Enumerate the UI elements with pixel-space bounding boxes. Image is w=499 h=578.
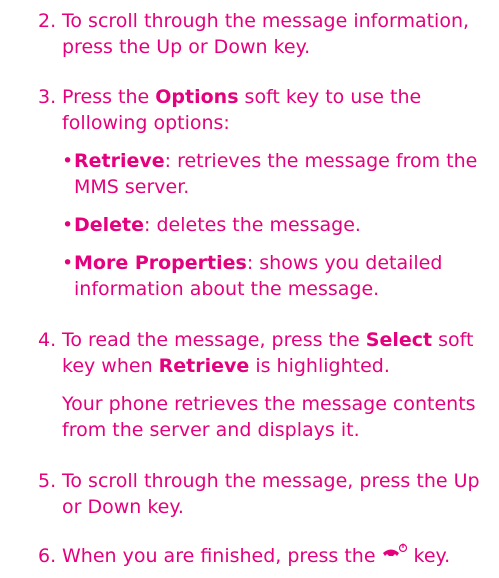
step-4-note-line-2: from the server and displays it.	[62, 419, 360, 441]
step-3-line-1: Press the Options soft key to use the	[62, 84, 499, 110]
option-retrieve-line-1: Retrieve: retrieves the message from the	[74, 148, 499, 174]
option-description: : deletes the message.	[144, 214, 361, 236]
options-key-label: Options	[155, 86, 239, 108]
option-label: Delete	[74, 214, 145, 236]
step-4-line-1: To read the message, press the Select so…	[62, 327, 499, 353]
instruction-page: 2. To scroll through the message informa…	[0, 0, 499, 578]
step-4-line-2: key when Retrieve is highlighted.	[62, 353, 499, 379]
step-4-text: is highlighted.	[249, 355, 390, 377]
step-3-text: soft key to use the	[238, 86, 422, 108]
step-6-text: When you are finished, press the	[62, 545, 376, 567]
bullet-dot: •	[62, 252, 74, 274]
option-more-properties-line-1: More Properties: shows you detailed	[74, 250, 499, 276]
step-2: 2. To scroll through the message informa…	[38, 8, 499, 60]
step-3: 3. Press the Options soft key to use the…	[38, 84, 499, 136]
step-4-note: Your phone retrieves the message content…	[62, 391, 499, 443]
option-description: : retrieves the message from the	[164, 150, 478, 172]
option-more-properties-line-2: information about the message.	[74, 278, 380, 300]
step-number: 2.	[38, 10, 57, 32]
step-number: 3.	[38, 86, 57, 108]
step-number: 6.	[38, 545, 57, 567]
option-label: Retrieve	[74, 150, 165, 172]
step-4-text: To read the message, press the	[62, 329, 366, 351]
retrieve-label: Retrieve	[158, 355, 250, 377]
option-retrieve-line-2: MMS server.	[74, 176, 190, 198]
step-5-line-1: To scroll through the message, press the…	[62, 470, 480, 492]
end-call-power-key-icon	[382, 543, 408, 563]
step-4-text: key when	[62, 355, 159, 377]
step-2-line-1: To scroll through the message informatio…	[62, 10, 470, 32]
option-more-properties: • More Properties: shows you detailed in…	[62, 250, 499, 302]
option-label: More Properties	[74, 252, 247, 274]
option-delete: • Delete: deletes the message.	[62, 212, 499, 238]
step-2-line-2: press the Up or Down key.	[62, 36, 311, 58]
step-number: 5.	[38, 470, 57, 492]
step-5-line-2: or Down key.	[62, 496, 184, 518]
step-3-line-2: following options:	[62, 112, 230, 134]
option-delete-line-1: Delete: deletes the message.	[74, 212, 499, 238]
step-4: 4. To read the message, press the Select…	[38, 327, 499, 379]
step-6: 6. When you are finished, press the key.	[38, 543, 499, 569]
step-4-text: soft	[432, 329, 474, 351]
step-3-text: Press the	[62, 86, 156, 108]
option-description: : shows you detailed	[246, 252, 443, 274]
step-5: 5. To scroll through the message, press …	[38, 468, 499, 520]
select-key-label: Select	[365, 329, 433, 351]
bullet-dot: •	[62, 150, 74, 172]
step-4-note-line-1: Your phone retrieves the message content…	[62, 393, 476, 415]
step-6-line-1: When you are finished, press the key.	[62, 543, 499, 569]
bullet-dot: •	[62, 214, 74, 236]
step-6-text: key.	[413, 545, 451, 567]
option-retrieve: • Retrieve: retrieves the message from t…	[62, 148, 499, 200]
step-number: 4.	[38, 329, 57, 351]
